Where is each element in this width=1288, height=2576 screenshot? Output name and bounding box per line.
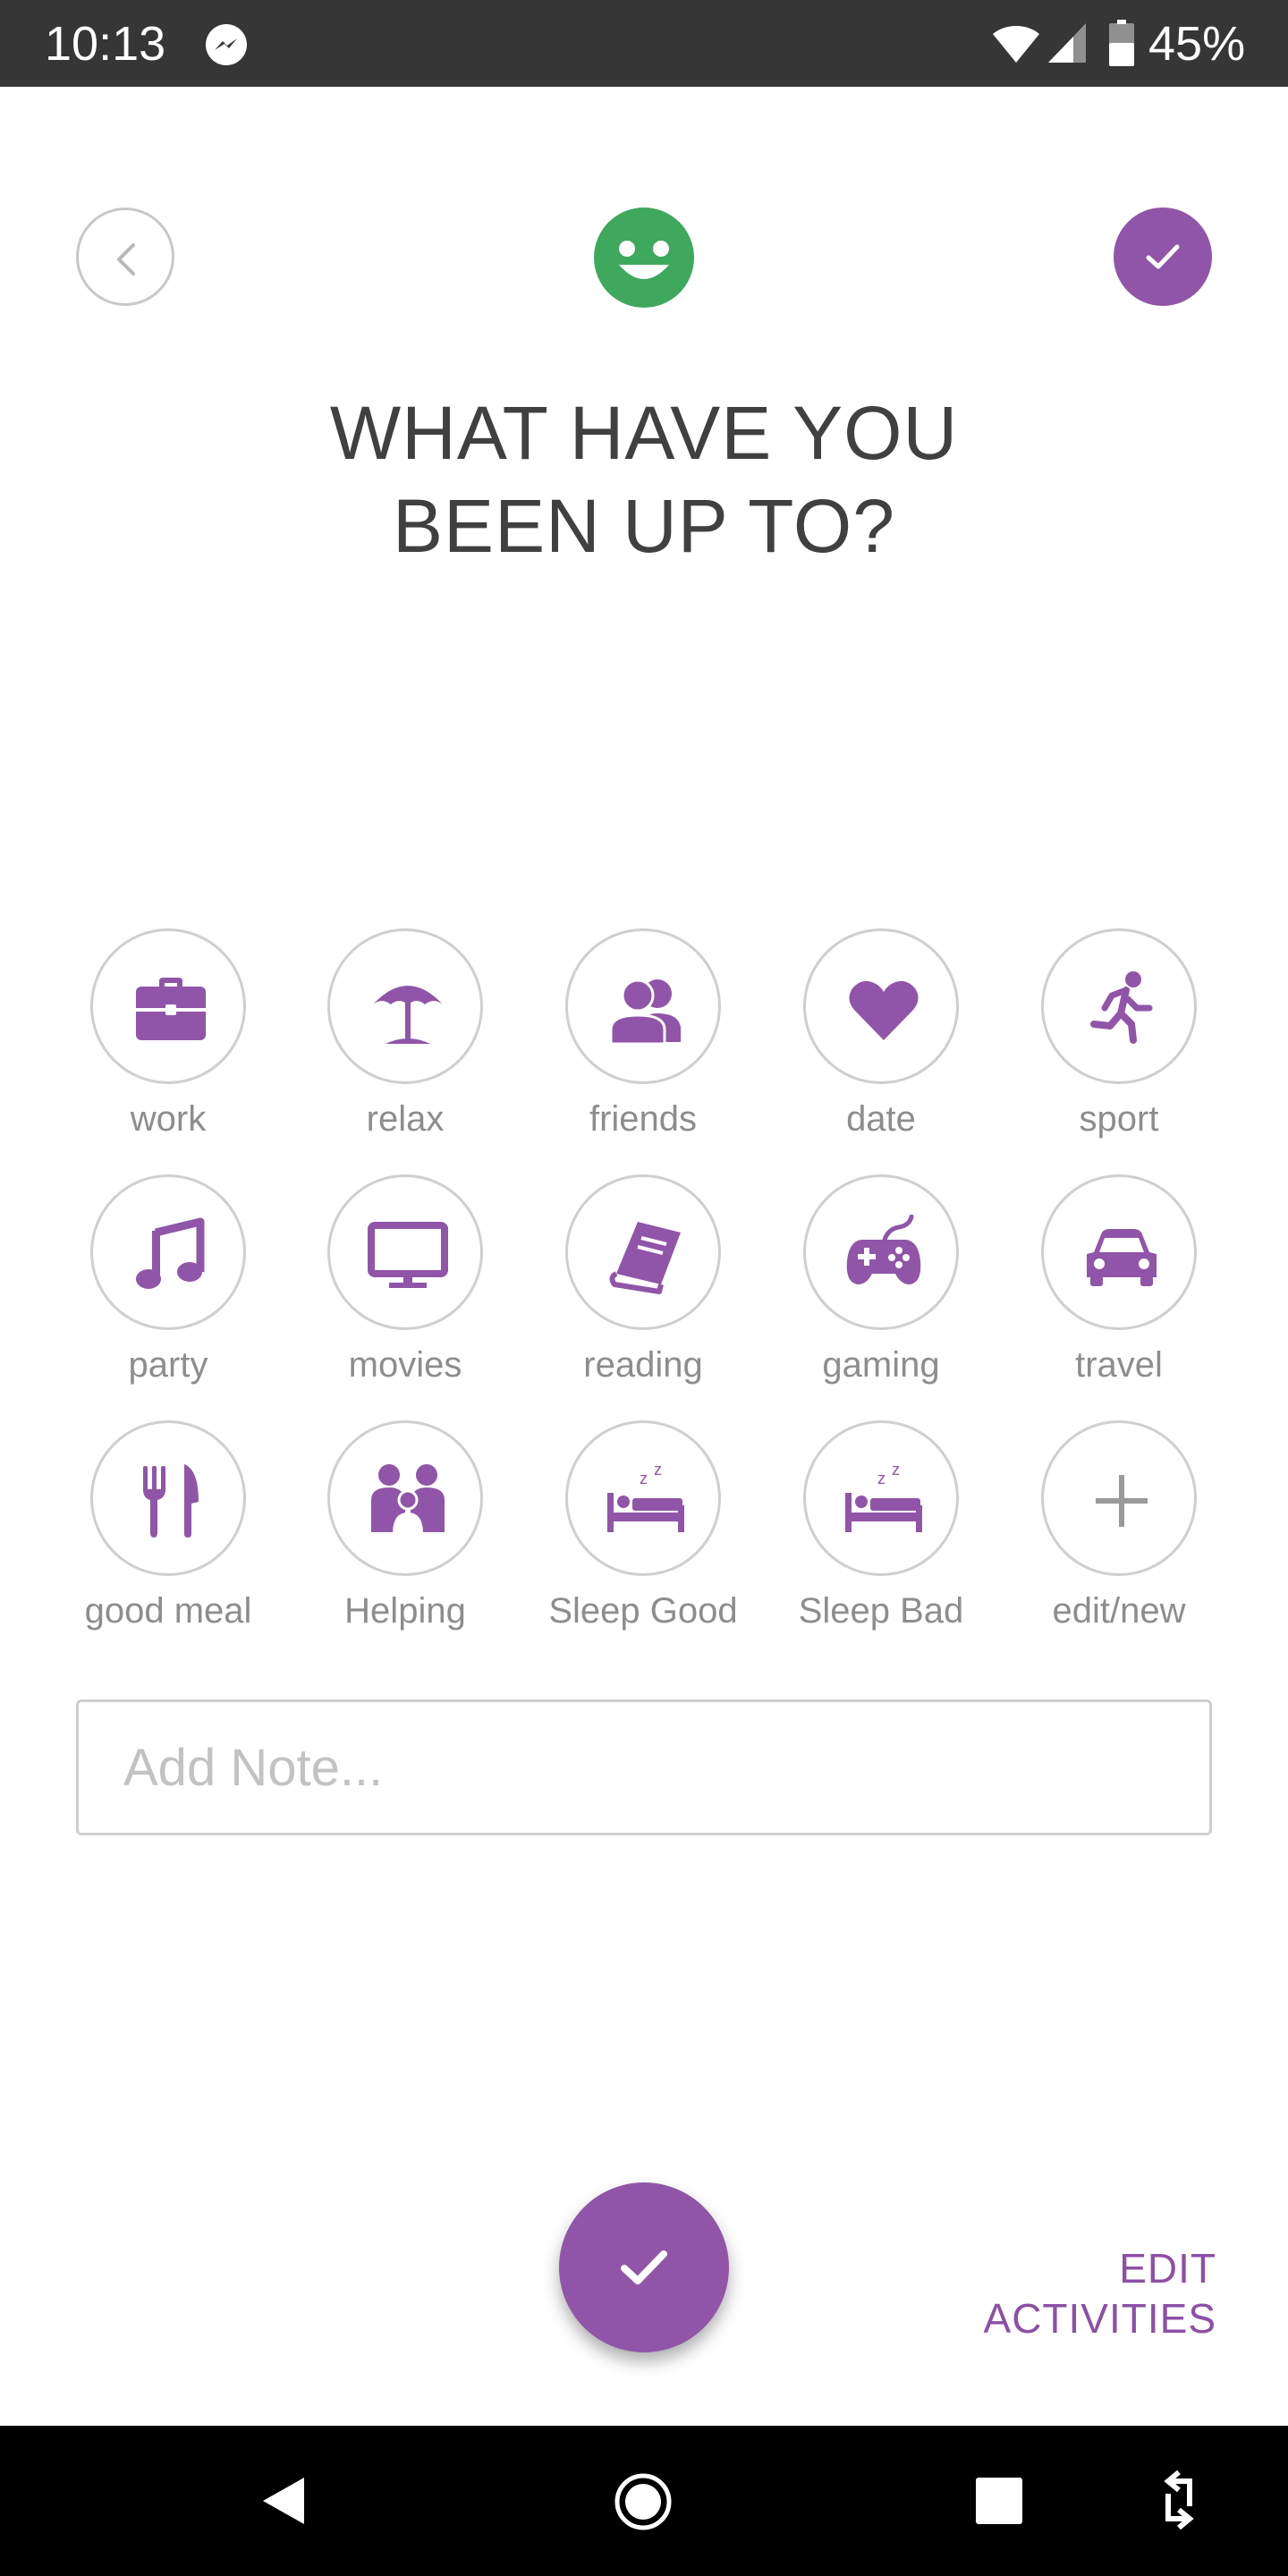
activity-circle: z z xyxy=(565,1420,721,1576)
activity-circle xyxy=(803,1174,959,1330)
activity-circle xyxy=(1041,928,1197,1084)
activity-label: date xyxy=(846,1099,916,1139)
book-icon xyxy=(609,1222,681,1294)
svg-text:z: z xyxy=(892,1461,900,1479)
chevron-left-icon xyxy=(117,243,135,275)
fork-knife-icon xyxy=(143,1464,199,1538)
activity-edit-new[interactable]: edit/new xyxy=(1007,1420,1231,1644)
activity-good-meal[interactable]: good meal xyxy=(56,1420,280,1644)
check-icon xyxy=(621,2250,667,2284)
activity-circle xyxy=(565,1174,721,1330)
bed-icon: z z xyxy=(845,1461,922,1532)
battery-icon xyxy=(1109,20,1134,66)
save-fab-button[interactable] xyxy=(559,2182,729,2352)
happy-face-icon xyxy=(594,208,694,308)
activity-friends[interactable]: friends xyxy=(531,928,755,1152)
activity-label: party xyxy=(128,1345,208,1385)
activity-circle xyxy=(327,928,483,1084)
svg-text:z: z xyxy=(654,1461,662,1479)
activity-circle xyxy=(90,928,246,1084)
activity-circle xyxy=(1041,1174,1197,1330)
back-button[interactable] xyxy=(76,208,174,306)
cell-signal-icon xyxy=(1048,23,1086,63)
activity-label: edit/new xyxy=(1052,1591,1186,1631)
edit-activities-button[interactable]: EDIT ACTIVITIES xyxy=(886,2243,1216,2343)
activity-sleep-bad[interactable]: z z Sleep Bad xyxy=(769,1420,993,1644)
bed-icon: z z xyxy=(607,1461,684,1532)
activity-label: travel xyxy=(1075,1345,1163,1385)
activity-label: relax xyxy=(366,1099,445,1139)
activity-circle xyxy=(565,928,721,1084)
activity-circle xyxy=(803,928,959,1084)
plus-icon xyxy=(1096,1475,1148,1527)
activity-label: Sleep Good xyxy=(548,1591,738,1631)
activity-date[interactable]: date xyxy=(769,928,993,1152)
activity-label: Helping xyxy=(344,1591,466,1631)
battery-percentage: 45% xyxy=(1148,17,1246,71)
music-note-icon xyxy=(136,1217,205,1289)
activity-circle xyxy=(327,1174,483,1330)
status-time: 10:13 xyxy=(45,17,166,71)
activity-label: reading xyxy=(583,1345,703,1385)
activity-party[interactable]: party xyxy=(56,1174,280,1398)
note-input[interactable] xyxy=(123,1702,1170,1833)
confirm-button[interactable] xyxy=(1114,208,1212,306)
activity-label: work xyxy=(130,1099,207,1139)
car-icon xyxy=(1087,1229,1157,1286)
status-bar: 10:13 45% xyxy=(0,0,1288,87)
page-title-line-2: BEEN UP TO? xyxy=(393,484,895,568)
activity-label: gaming xyxy=(822,1345,940,1385)
activity-sleep-good[interactable]: z z Sleep Good xyxy=(531,1420,755,1644)
monitor-icon xyxy=(368,1222,448,1288)
running-icon xyxy=(1090,971,1153,1044)
activity-circle xyxy=(90,1174,246,1330)
note-field[interactable] xyxy=(76,1699,1212,1835)
activity-circle xyxy=(327,1420,483,1576)
wifi-icon xyxy=(993,26,1039,63)
activity-sport[interactable]: sport xyxy=(1007,928,1231,1152)
heart-icon xyxy=(849,980,919,1040)
briefcase-icon xyxy=(136,978,206,1040)
activity-gaming[interactable]: gaming xyxy=(769,1174,993,1398)
activity-label: sport xyxy=(1079,1099,1159,1139)
page-title: WHAT HAVE YOU BEEN UP TO? xyxy=(107,386,1181,572)
activity-label: friends xyxy=(589,1099,698,1139)
family-icon xyxy=(371,1464,445,1534)
beach-umbrella-icon xyxy=(373,986,443,1044)
messenger-icon xyxy=(206,24,247,65)
svg-text:z: z xyxy=(877,1470,886,1487)
activity-relax[interactable]: relax xyxy=(293,928,517,1152)
activity-label: movies xyxy=(348,1345,462,1385)
activity-circle xyxy=(90,1420,246,1576)
activity-movies[interactable]: movies xyxy=(293,1174,517,1398)
activity-label: good meal xyxy=(84,1591,252,1631)
people-icon xyxy=(609,979,681,1046)
nav-recents-icon[interactable] xyxy=(976,2478,1022,2524)
rotate-screen-icon[interactable] xyxy=(1154,2470,1204,2529)
activity-work[interactable]: work xyxy=(56,928,280,1152)
activity-helping[interactable]: Helping xyxy=(293,1420,517,1644)
check-icon xyxy=(1146,244,1180,269)
activity-label: Sleep Bad xyxy=(798,1591,964,1631)
navigation-bar xyxy=(0,2426,1288,2576)
activity-travel[interactable]: travel xyxy=(1007,1174,1231,1398)
activity-reading[interactable]: reading xyxy=(531,1174,755,1398)
page-title-line-1: WHAT HAVE YOU xyxy=(329,391,959,475)
nav-back-icon[interactable] xyxy=(259,2476,309,2526)
nav-home-icon[interactable] xyxy=(614,2472,673,2531)
activity-circle xyxy=(1041,1420,1197,1576)
activity-circle: z z xyxy=(803,1420,959,1576)
gamepad-icon xyxy=(846,1215,921,1284)
svg-text:z: z xyxy=(640,1470,648,1487)
